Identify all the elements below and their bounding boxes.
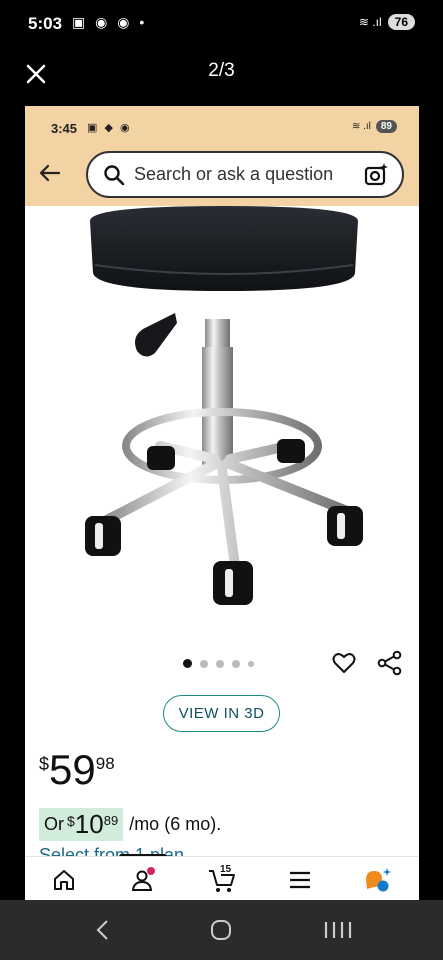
image-viewer-header: 2/3: [0, 48, 443, 106]
monthly-currency: $: [67, 813, 75, 829]
monthly-term: /mo (6 mo).: [129, 814, 222, 834]
inner-battery-level: 89: [375, 120, 397, 133]
monthly-payment: Or $ 10 89 /mo (6 mo).: [39, 808, 221, 841]
system-home-icon: [211, 920, 231, 940]
monthly-or: Or: [44, 814, 64, 834]
battery-level: 76: [387, 14, 415, 30]
notification-dot: [147, 867, 155, 875]
search-icon: [94, 155, 134, 195]
image-counter: 2/3: [208, 60, 235, 81]
back-button[interactable]: [35, 158, 65, 188]
view-in-3d-button[interactable]: VIEW IN 3D: [163, 695, 280, 732]
inner-signal-icon: ≋ .ıl: [351, 121, 371, 132]
search-placeholder: Search or ask a question: [134, 164, 334, 184]
price-currency: $: [39, 754, 50, 774]
status-indicators: ≋ .ıl 76: [359, 14, 415, 30]
system-home-button[interactable]: [206, 914, 236, 946]
pagination-dot[interactable]: [248, 660, 254, 667]
monthly-price-badge: Or $ 10 89: [39, 808, 124, 841]
menu-icon: [290, 871, 310, 889]
pagination-dot-active[interactable]: [183, 659, 192, 668]
nav-assistant[interactable]: [363, 865, 393, 895]
price-whole: 59: [49, 746, 96, 793]
home-icon: [54, 870, 74, 890]
heart-icon[interactable]: [331, 650, 357, 676]
monthly-fraction: 89: [103, 813, 119, 828]
product-price: $ 59 98: [39, 746, 115, 794]
system-recents-icon: [324, 922, 352, 938]
system-back-button[interactable]: [88, 914, 118, 946]
notification-icons: ▣ ◉ ◉ •: [72, 14, 148, 30]
inner-notification-icons: ▣ ◆ ◉: [87, 122, 132, 134]
monthly-whole: 10: [74, 809, 104, 839]
bottom-navigation: 15: [25, 856, 419, 900]
pagination-dot[interactable]: [232, 659, 240, 668]
phone-status-bar: 5:03 ▣ ◉ ◉ • ≋ .ıl 76: [0, 0, 443, 48]
app-header: 3:45 ▣ ◆ ◉ ≋ .ıl 89 Search or ask a ques…: [25, 106, 419, 206]
back-arrow-icon: [39, 164, 61, 182]
inner-status-indicators: ≋ .ıl 89: [352, 120, 397, 133]
embedded-screenshot: 3:45 ▣ ◆ ◉ ≋ .ıl 89 Search or ask a ques…: [25, 106, 419, 900]
nav-menu[interactable]: [285, 865, 315, 895]
cart-count: 15: [220, 864, 232, 875]
inner-status-bar: 3:45 ▣ ◆ ◉ ≋ .ıl 89: [25, 106, 419, 150]
signal-icon: ≋ .ıl: [358, 15, 382, 29]
product-image[interactable]: [65, 201, 385, 621]
nav-home[interactable]: [49, 865, 79, 895]
system-recents-button[interactable]: [320, 914, 360, 946]
share-icon[interactable]: [377, 650, 403, 676]
pagination-dot[interactable]: [200, 659, 208, 668]
status-time: 5:03: [28, 14, 63, 33]
image-pagination: [183, 659, 254, 668]
camera-search-icon[interactable]: [356, 155, 396, 195]
inner-status-time: 3:45: [51, 121, 78, 136]
price-fraction: 98: [95, 754, 115, 773]
pagination-dot[interactable]: [216, 659, 224, 668]
nav-account[interactable]: [127, 865, 157, 895]
system-back-icon: [96, 920, 108, 940]
nav-cart[interactable]: 15: [207, 864, 237, 895]
search-input[interactable]: Search or ask a question: [86, 151, 404, 198]
assistant-icon: [366, 868, 391, 892]
system-navigation-bar: [0, 900, 443, 960]
